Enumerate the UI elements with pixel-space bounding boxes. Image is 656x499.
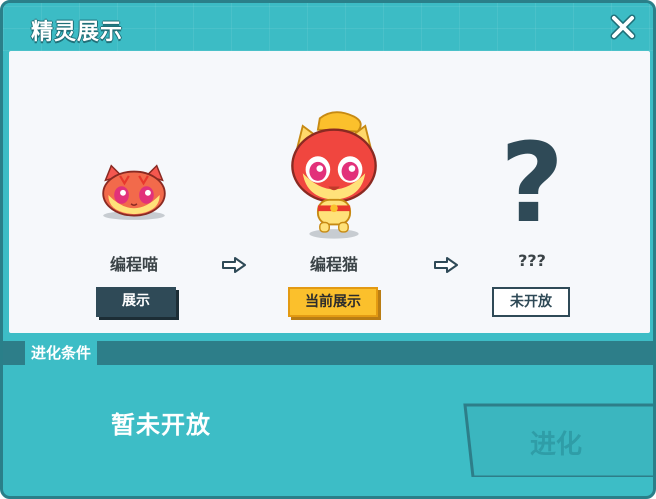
current-show-button[interactable]: 当前展示 [288, 287, 378, 317]
cat-evolved-sprite [291, 111, 377, 239]
sprite-showcase-dialog: 精灵展示 编程喵 展示 编程猫 当前展示 ? ??? 未开放 进化条件 暂未开放… [0, 0, 656, 499]
stage-name: 编程猫 [309, 255, 358, 274]
cat-baby-sprite [102, 164, 166, 220]
dialog-title: 精灵展示 [31, 20, 124, 45]
evolve-button-label: 进化 [530, 430, 583, 460]
evolution-showcase-panel: 编程喵 展示 编程猫 当前展示 ? ??? 未开放 [9, 51, 650, 333]
condition-text: 暂未开放 [111, 411, 211, 439]
condition-label: 进化条件 [25, 341, 98, 365]
locked-button[interactable]: 未开放 [492, 287, 570, 317]
stage-name: ??? [518, 251, 546, 270]
close-icon [610, 14, 636, 40]
condition-bar-stub [3, 341, 17, 365]
question-mark-icon: ? [500, 119, 564, 247]
condition-bar [3, 341, 653, 365]
arrow-right-icon [222, 257, 246, 273]
close-button[interactable] [607, 11, 639, 43]
stage-name: 编程喵 [109, 255, 158, 274]
arrow-right-icon [434, 257, 458, 273]
show-button[interactable]: 展示 [96, 287, 176, 317]
dialog-header: 精灵展示 [3, 3, 653, 51]
